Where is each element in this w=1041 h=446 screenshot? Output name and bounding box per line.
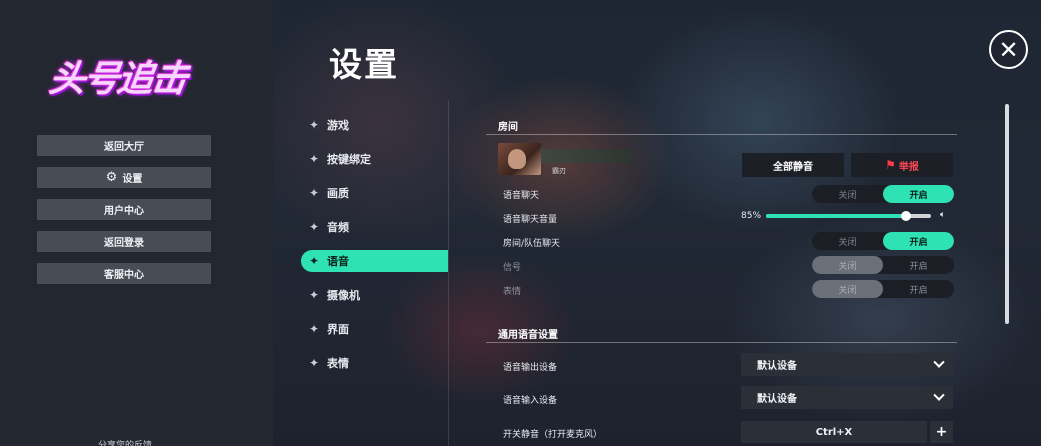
emote-label: 表情 xyxy=(503,287,522,297)
player-name-placeholder xyxy=(541,149,633,163)
sparkle-icon: ✦ xyxy=(308,288,320,302)
sparkle-icon: ✦ xyxy=(308,220,320,234)
tab-keybinding-label: 按键绑定 xyxy=(327,153,371,166)
mute-hotkey-label: 开关静音（打开麦克风） xyxy=(503,430,603,440)
room-team-chat-on-option[interactable]: 开启 xyxy=(883,232,954,250)
feedback-link[interactable]: 分享您的反馈 xyxy=(98,438,152,446)
tab-graphics[interactable]: ✦ 画质 xyxy=(301,182,448,204)
page-title: 设置 xyxy=(329,45,399,84)
back-to-lobby-button[interactable]: 返回大厅 xyxy=(37,135,211,156)
voice-volume-label: 语音聊天音量 xyxy=(503,215,558,225)
back-to-lobby-label: 返回大厅 xyxy=(104,142,144,153)
add-hotkey-button[interactable]: + xyxy=(930,421,953,443)
menu-divider xyxy=(448,100,449,446)
tab-game[interactable]: ✦ 游戏 xyxy=(301,114,448,136)
close-button[interactable]: ✕ xyxy=(989,30,1028,69)
mute-all-button[interactable]: 全部静音 xyxy=(742,153,844,177)
room-team-chat-toggle[interactable]: 关闭 开启 xyxy=(812,232,954,250)
left-panel: 头号追击 返回大厅 ⚙ 设置 用户中心 返回登录 客服中心 分享您的反馈 xyxy=(0,0,273,446)
tab-game-label: 游戏 xyxy=(327,119,349,132)
tab-interface[interactable]: ✦ 界面 xyxy=(301,318,448,340)
section-divider xyxy=(486,342,957,343)
settings-label: 设置 xyxy=(122,174,143,185)
sparkle-icon: ✦ xyxy=(308,254,320,268)
signal-label: 信号 xyxy=(503,263,522,273)
emote-toggle: 关闭 开启 xyxy=(812,280,954,298)
plus-icon: + xyxy=(935,424,948,440)
tab-interface-label: 界面 xyxy=(327,323,349,336)
signal-toggle: 关闭 开启 xyxy=(812,256,954,274)
scrollbar[interactable] xyxy=(1005,104,1009,324)
tab-emote-label: 表情 xyxy=(327,357,349,370)
voice-chat-toggle[interactable]: 关闭 开启 xyxy=(812,185,954,203)
back-to-login-label: 返回登录 xyxy=(104,238,144,249)
sparkle-icon: ✦ xyxy=(308,186,320,200)
general-voice-section-title: 通用语音设置 xyxy=(498,330,558,341)
back-to-login-button[interactable]: 返回登录 xyxy=(37,231,211,252)
close-icon: ✕ xyxy=(998,35,1019,64)
voice-chat-off-option[interactable]: 关闭 xyxy=(812,185,883,203)
sparkle-icon: ✦ xyxy=(308,356,320,370)
tab-audio[interactable]: ✦ 音频 xyxy=(301,216,448,238)
avatar xyxy=(498,143,541,175)
input-device-value: 默认设备 xyxy=(757,394,797,405)
chevron-down-icon xyxy=(933,389,945,401)
output-device-select[interactable]: 默认设备 xyxy=(741,353,953,376)
sparkle-icon: ✦ xyxy=(308,322,320,336)
room-team-chat-off-option[interactable]: 关闭 xyxy=(812,232,883,250)
mute-all-label: 全部静音 xyxy=(773,161,813,173)
emote-off-option: 关闭 xyxy=(812,280,883,298)
sparkle-icon: ✦ xyxy=(308,152,320,166)
customer-service-label: 客服中心 xyxy=(104,270,144,281)
tab-camera[interactable]: ✦ 摄像机 xyxy=(301,284,448,306)
output-device-value: 默认设备 xyxy=(757,361,797,372)
voice-chat-on-option[interactable]: 开启 xyxy=(883,185,954,203)
signal-on-option: 开启 xyxy=(909,261,928,272)
tab-voice-label: 语音 xyxy=(327,255,349,268)
input-device-label: 语音输入设备 xyxy=(503,396,558,406)
tab-graphics-label: 画质 xyxy=(327,187,349,200)
tab-camera-label: 摄像机 xyxy=(327,289,360,302)
game-logo: 头号追击 xyxy=(46,59,189,100)
sparkle-icon: ✦ xyxy=(308,118,320,132)
tab-emote[interactable]: ✦ 表情 xyxy=(301,352,448,374)
emote-on-option: 开启 xyxy=(909,285,928,296)
user-center-button[interactable]: 用户中心 xyxy=(37,199,211,220)
gear-icon: ⚙ xyxy=(105,170,118,185)
flag-icon: ⚑ xyxy=(885,158,896,172)
report-label: 举报 xyxy=(898,161,919,173)
chevron-down-icon xyxy=(933,356,945,368)
room-team-chat-label: 房间/队伍聊天 xyxy=(503,239,561,249)
room-section-title: 房间 xyxy=(498,122,518,133)
tab-voice[interactable]: ✦ 语音 xyxy=(301,250,448,272)
section-divider xyxy=(486,134,957,135)
report-button[interactable]: ⚑ 举报 xyxy=(851,153,953,177)
player-tag: 霸刃 xyxy=(552,167,566,175)
mute-hotkey-value: Ctrl+X xyxy=(815,426,853,438)
customer-service-button[interactable]: 客服中心 xyxy=(37,263,211,284)
mute-hotkey-field[interactable]: Ctrl+X xyxy=(741,421,927,443)
voice-chat-label: 语音聊天 xyxy=(503,191,540,201)
speaker-icon: 🔈︎ xyxy=(940,210,946,220)
voice-volume-slider[interactable] xyxy=(766,211,931,221)
tab-audio-label: 音频 xyxy=(327,221,349,234)
signal-off-option: 关闭 xyxy=(812,256,883,274)
tab-keybinding[interactable]: ✦ 按键绑定 xyxy=(301,148,448,170)
output-device-label: 语音输出设备 xyxy=(503,363,558,373)
user-center-label: 用户中心 xyxy=(104,206,144,217)
voice-volume-value: 85% xyxy=(741,211,762,221)
slider-fill xyxy=(766,214,907,218)
input-device-select[interactable]: 默认设备 xyxy=(741,386,953,409)
settings-button[interactable]: ⚙ 设置 xyxy=(37,167,211,188)
